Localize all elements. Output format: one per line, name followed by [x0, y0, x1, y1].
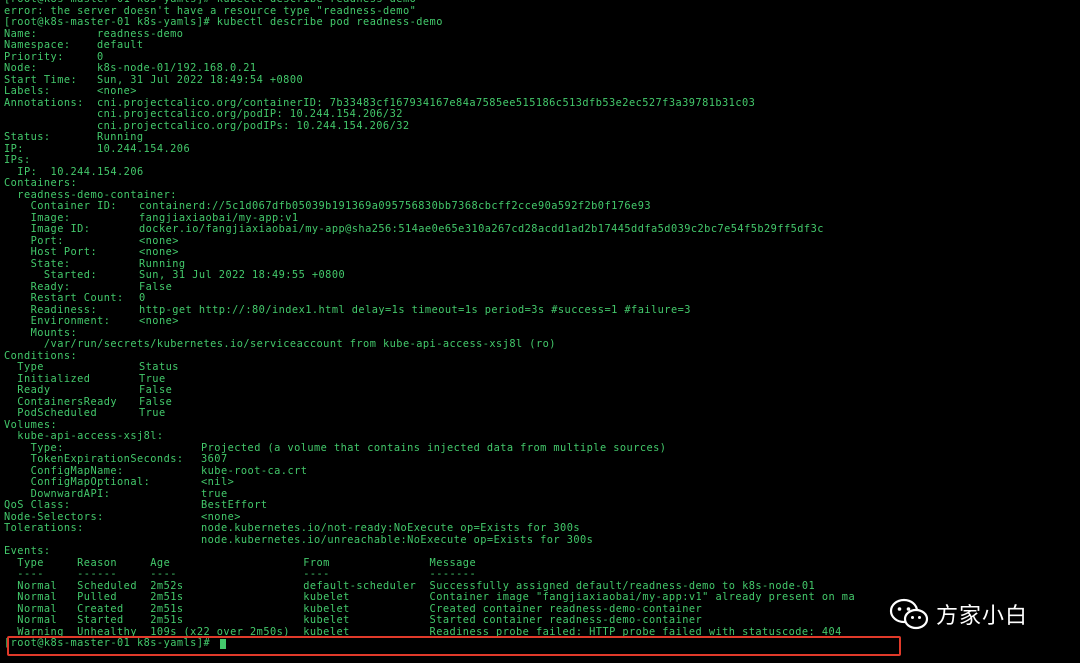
field-key: TokenExpirationSeconds: [4, 453, 184, 465]
terminal-line: Host Port: <none> [4, 246, 1080, 259]
terminal-line: cni.projectcalico.org/podIPs: 10.244.154… [4, 119, 1080, 133]
terminal-line: ConfigMapName: kube-root-ca.crt [4, 465, 1080, 478]
line-text: kube-api-access-xsj8l: [4, 430, 164, 442]
watermark-text: 方家小白 [936, 604, 1029, 629]
terminal-line: QoS Class: BestEffort [4, 499, 1080, 512]
field-value: False [139, 384, 173, 396]
field-value: <nil> [201, 476, 235, 488]
field-value: BestEffort [201, 499, 268, 511]
terminal-line: Name: readness-demo [4, 28, 1080, 41]
field-value: <none> [139, 246, 179, 258]
terminal-line: Tolerations: node.kubernetes.io/not-ready… [4, 522, 1080, 535]
field-key: PodScheduled [4, 407, 98, 419]
terminal-line: Status: Running [4, 131, 1080, 144]
field-value: cni.projectcalico.org/podIP: 10.244.154.… [97, 108, 403, 120]
terminal-line: Events: [4, 545, 1080, 558]
field-value: http-get http://:80/index1.html delay=1s… [139, 303, 691, 316]
terminal-line: Image ID: docker.io/fangjiaxiaobai/my-app… [4, 223, 1080, 236]
terminal-line: Ready: False [4, 281, 1080, 294]
field-key: Annotations: [4, 96, 84, 109]
field-value: Projected (a volume that contains inject… [201, 441, 667, 454]
field-key: Ready [4, 384, 51, 396]
field-key: Host Port: [4, 246, 98, 258]
terminal-line: /var/run/secrets/kubernetes.io/serviceac… [4, 338, 1080, 351]
terminal-line: Node: k8s-node-01/192.168.0.21 [4, 62, 1080, 75]
terminal-line: Namespace: default [4, 39, 1080, 52]
terminal-line: Ready False [4, 384, 1080, 397]
field-key: Status: [4, 131, 51, 143]
terminal-line: IP: 10.244.154.206 [4, 166, 1080, 179]
terminal-line: IP: 10.244.154.206 [4, 142, 1080, 156]
field-value: 3607 [201, 453, 228, 465]
terminal-line: Container ID: containerd://5c1d067dfb0503… [4, 200, 1080, 213]
field-key: Started: [4, 269, 98, 281]
line-text: /var/run/secrets/kubernetes.io/serviceac… [4, 338, 556, 350]
field-key: ConfigMapOptional: [4, 476, 151, 488]
field-key: Image ID: [4, 223, 91, 235]
terminal-line: TokenExpirationSeconds: 3607 [4, 453, 1080, 466]
field-value: docker.io/fangjiaxiaobai/my-app@sha256:5… [139, 223, 824, 235]
terminal-line: Environment: <none> [4, 315, 1080, 328]
line-text: ---- ------ ---- ---- ------- [4, 568, 477, 580]
watermark: 方家小白 [889, 596, 1028, 632]
terminal-line: ConfigMapOptional: <nil> [4, 476, 1080, 489]
terminal-line: PodScheduled True [4, 407, 1080, 420]
terminal-screenshot: { "colors": {"text":"#43c96b","backgroun… [0, 0, 1080, 663]
line-text: Normal Started 2m51s kubelet Started con… [4, 614, 703, 626]
field-key: Restart Count: [4, 292, 124, 304]
line-text: IPs: [4, 154, 31, 166]
field-value: node.kubernetes.io/unreachable:NoExecute… [201, 533, 594, 546]
terminal-line: Restart Count: 0 [4, 292, 1080, 305]
terminal-line: Start Time: Sun, 31 Jul 2022 18:49:54 +08… [4, 74, 1080, 87]
field-value: <none> [97, 85, 137, 97]
line-text: [root@k8s-master-01 k8s-yamls]# kubectl … [4, 16, 443, 28]
field-value: containerd://5c1d067dfb05039b191369a0957… [139, 200, 651, 212]
field-key: Container ID: [4, 200, 118, 212]
field-value: Status [139, 361, 179, 373]
terminal-line: Containers: [4, 177, 1080, 190]
wechat-icon [889, 598, 929, 630]
terminal-line: [root@k8s-master-01 k8s-yamls]# [4, 637, 1080, 650]
terminal-output: [root@k8s-master-01 k8s-yamls]# kubectl … [4, 0, 1080, 650]
field-value: default [97, 39, 144, 51]
field-value: Sun, 31 Jul 2022 18:49:55 +0800 [139, 269, 346, 281]
line-text: Normal Pulled 2m51s kubelet Container im… [4, 591, 856, 603]
terminal-line: Labels: <none> [4, 85, 1080, 98]
field-value: cni.projectcalico.org/podIPs: 10.244.154… [97, 119, 410, 132]
terminal-line: [root@k8s-master-01 k8s-yamls]# kubectl … [4, 16, 1080, 29]
line-text: Containers: [4, 177, 78, 189]
terminal-line: Started: Sun, 31 Jul 2022 18:49:55 +0800 [4, 269, 1080, 282]
field-key: Labels: [4, 85, 51, 97]
field-key: Node: [4, 62, 38, 74]
field-value: node.kubernetes.io/not-ready:NoExecute o… [201, 522, 581, 534]
field-key: QoS Class: [4, 499, 71, 511]
field-value: True [139, 407, 166, 419]
field-value: Running [97, 131, 144, 143]
terminal-line: Type Status [4, 361, 1080, 374]
field-key: Type [4, 361, 44, 373]
line-text: [root@k8s-master-01 k8s-yamls]# [4, 637, 217, 649]
terminal-line: kube-api-access-xsj8l: [4, 430, 1080, 443]
field-value: 0 [139, 292, 146, 304]
field-value: 10.244.154.206 [97, 142, 191, 155]
terminal-line: DownwardAPI: true [4, 488, 1080, 501]
terminal-line: IPs: [4, 154, 1080, 167]
field-value: k8s-node-01/192.168.0.21 [97, 62, 257, 74]
line-text: Events: [4, 545, 51, 557]
terminal-cursor [220, 639, 226, 649]
terminal-line: node.kubernetes.io/unreachable:NoExecute… [4, 533, 1080, 547]
field-value: <none> [139, 315, 179, 327]
field-key: Environment: [4, 315, 111, 327]
terminal-line: cni.projectcalico.org/podIP: 10.244.154.… [4, 108, 1080, 121]
terminal-line: ---- ------ ---- ---- ------- [4, 568, 1080, 581]
field-key: Tolerations: [4, 522, 84, 534]
field-key: Namespace: [4, 39, 71, 51]
terminal-line: Volumes: [4, 419, 1080, 432]
